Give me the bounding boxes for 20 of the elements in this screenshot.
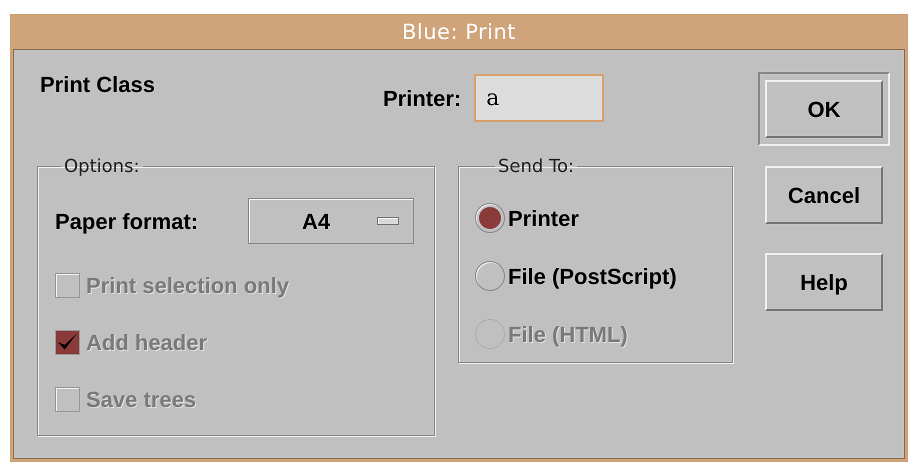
dialog-button[interactable]: OK [758, 72, 890, 146]
send-to-legend: Send To: [495, 153, 578, 180]
options-legend: Options: [61, 153, 143, 180]
radio-button[interactable] [475, 261, 505, 291]
radio-button[interactable] [475, 203, 505, 233]
checkbox-label: Add header [86, 328, 208, 356]
paper-format-label: Paper format: [55, 208, 200, 236]
dialog-heading: Print Class [40, 71, 156, 99]
dropdown-indicator-icon [377, 217, 399, 225]
radio-label: Printer [508, 204, 579, 232]
paper-format-dropdown[interactable]: A4 [248, 198, 414, 244]
radio-label: File (HTML) [508, 320, 628, 349]
printer-label: Printer: [383, 84, 462, 112]
checkbox-label: Print selection only [86, 272, 289, 300]
dialog-button[interactable]: Cancel [765, 166, 883, 224]
checkbox-label: Save trees [86, 386, 196, 414]
title-bar: Blue: Print [13, 17, 905, 50]
dialog-button[interactable]: Help [765, 253, 883, 311]
radio-label: File (PostScript) [508, 262, 677, 291]
printer-input-field[interactable]: a [474, 74, 604, 122]
